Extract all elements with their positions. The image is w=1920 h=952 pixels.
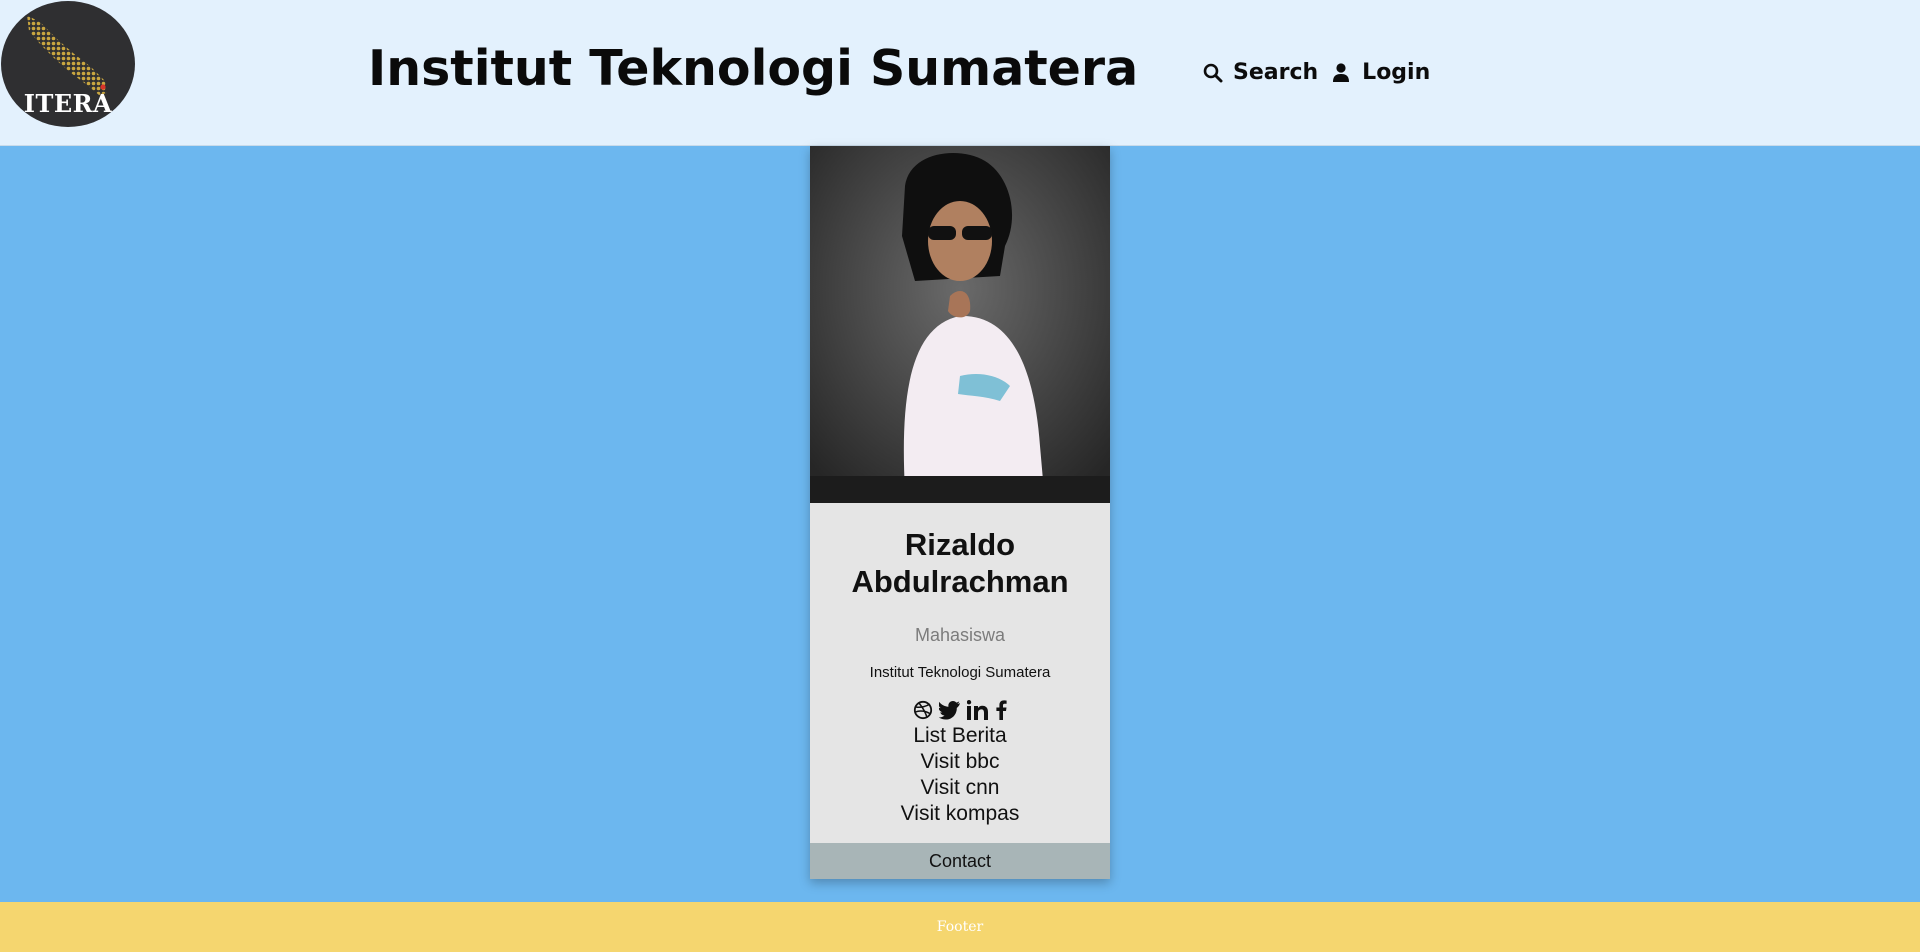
twitter-icon[interactable] (939, 700, 961, 720)
site-footer: Footer (0, 902, 1920, 952)
header-nav: Search Login (1203, 60, 1430, 85)
facebook-icon[interactable] (995, 700, 1007, 720)
visit-kompas-link[interactable]: Visit kompas (810, 801, 1110, 827)
profile-name: Rizaldo Abdulrachman (851, 527, 1069, 599)
profile-organization: Institut Teknologi Sumatera (869, 664, 1051, 681)
visit-cnn-link[interactable]: Visit cnn (810, 775, 1110, 801)
login-label: Login (1362, 60, 1431, 85)
profile-links: List Berita Visit bbc Visit cnn Visit ko… (810, 723, 1110, 827)
profile-card: Rizaldo Abdulrachman Mahasiswa Institut … (810, 146, 1110, 879)
social-links (810, 700, 1110, 720)
profile-photo (810, 146, 1110, 503)
login-link[interactable]: Login (1332, 60, 1430, 85)
profile-role: Mahasiswa (914, 625, 1006, 645)
linkedin-icon[interactable] (967, 700, 989, 720)
dribbble-icon[interactable] (913, 700, 933, 720)
list-berita-link[interactable]: List Berita (810, 723, 1110, 749)
contact-button[interactable]: Contact (810, 843, 1110, 879)
site-title: Institut Teknologi Sumatera (368, 40, 1139, 97)
itera-logo[interactable]: ITERA (1, 1, 135, 127)
visit-bbc-link[interactable]: Visit bbc (810, 749, 1110, 775)
logo-text: ITERA (23, 89, 113, 118)
search-link[interactable]: Search (1203, 60, 1318, 85)
site-header: ITERA Institut Teknologi Sumatera Search… (0, 0, 1920, 146)
search-label: Search (1233, 60, 1319, 85)
user-icon (1332, 62, 1352, 83)
search-icon (1203, 63, 1223, 83)
